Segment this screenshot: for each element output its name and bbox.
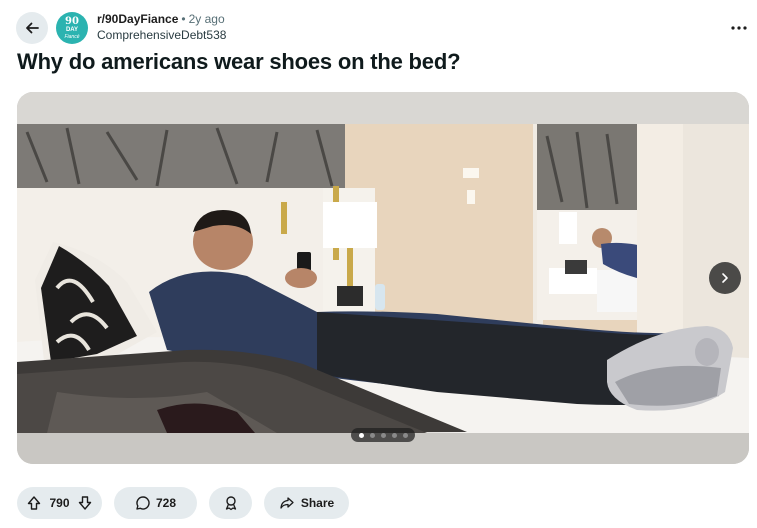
- gallery-pagination: [351, 428, 415, 442]
- back-arrow-icon: [26, 22, 39, 34]
- post-header: 90 DAY Fiancé r/90DayFiance • 2y ago Compr…: [16, 10, 751, 46]
- subreddit-avatar-text-2: DAY: [65, 26, 79, 33]
- post-age: 2y ago: [188, 12, 225, 26]
- chevron-right-icon: [722, 273, 728, 283]
- gallery-dot-1[interactable]: [358, 432, 364, 438]
- gallery-dot-4[interactable]: [391, 432, 397, 438]
- author-name[interactable]: ComprehensiveDebt538: [97, 28, 226, 42]
- more-icon: [731, 26, 747, 30]
- award-icon: [225, 496, 236, 511]
- upvote-icon: [27, 496, 41, 510]
- comment-icon: [136, 496, 150, 510]
- post-image-gallery[interactable]: [17, 92, 749, 464]
- vote-count: 790: [49, 496, 70, 510]
- subreddit-avatar-text-1: 90: [65, 15, 79, 27]
- downvote-icon: [78, 496, 92, 510]
- comment-count: 728: [155, 496, 177, 510]
- downvote-button[interactable]: [74, 492, 96, 514]
- post-actions-bar: 790 728 Share: [17, 487, 349, 519]
- gallery-dot-3[interactable]: [380, 432, 386, 438]
- share-button[interactable]: Share: [264, 487, 349, 519]
- gallery-dot-2[interactable]: [369, 432, 375, 438]
- post-image: [17, 92, 749, 464]
- more-options-button[interactable]: [727, 16, 751, 40]
- post-meta: r/90DayFiance • 2y ago: [97, 12, 225, 26]
- subreddit-name[interactable]: r/90DayFiance: [97, 12, 178, 26]
- gallery-next-button[interactable]: [709, 262, 741, 294]
- award-button[interactable]: [209, 487, 252, 519]
- share-icon: [280, 497, 294, 509]
- subreddit-avatar-text-3: Fiancé: [64, 33, 80, 40]
- post-title[interactable]: Why do americans wear shoes on the bed?: [17, 49, 461, 75]
- subreddit-avatar[interactable]: 90 DAY Fiancé: [56, 12, 88, 44]
- gallery-dot-5[interactable]: [402, 432, 408, 438]
- upvote-button[interactable]: [23, 492, 45, 514]
- vote-control: 790: [17, 487, 102, 519]
- back-button[interactable]: [16, 12, 48, 44]
- comments-button[interactable]: 728: [114, 487, 197, 519]
- share-label: Share: [300, 496, 335, 510]
- meta-separator: •: [181, 12, 186, 26]
